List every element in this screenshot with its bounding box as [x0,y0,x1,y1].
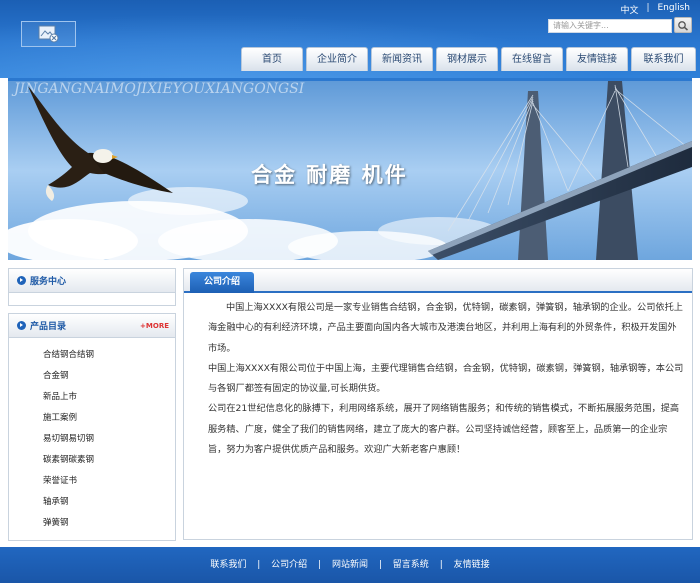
company-intro-body: 中国上海XXXX有限公司是一家专业销售合结钢，合金钢，优特钢，碳素钢，弹簧钢，轴… [184,293,692,460]
arrow-bullet-icon [17,276,26,285]
footer-link-contact[interactable]: 联系我们 [210,560,246,570]
footer-separator: | [257,560,261,570]
company-intro-header: 公司介绍 [184,269,692,293]
service-center-header[interactable]: 服务中心 [9,269,175,293]
product-catalog-title: 产品目录 [30,322,67,332]
footer-link-about[interactable]: 公司介绍 [271,560,307,570]
product-item-new[interactable]: 新品上市 [43,390,175,411]
main-nav: 首页 企业简介 新闻资讯 钢材展示 在线留言 友情链接 联系我们 [241,47,696,71]
banner-slogan: 合金 耐磨 机件 [251,163,408,187]
search-button[interactable] [674,17,692,33]
service-center-panel: 服务中心 [8,268,176,306]
footer-separator: | [439,560,443,570]
product-item-zhouchenggang[interactable]: 轴承钢 [43,495,175,516]
product-item-hejingang[interactable]: 合金钢 [43,369,175,390]
intro-paragraph-2: 中国上海XXXX有限公司位于中国上海，主要代理销售合结钢，合金钢，优特钢，碳素钢… [208,362,684,395]
more-link[interactable]: +MORE [140,322,169,330]
intro-paragraph-1: 中国上海XXXX有限公司是一家专业销售合结钢，合金钢，优特钢，碳素钢，弹簧钢，轴… [208,302,683,354]
nav-home[interactable]: 首页 [241,47,303,71]
nav-products[interactable]: 钢材展示 [436,47,498,71]
arrow-bullet-icon [17,321,26,330]
banner-pinyin-text: JINGANGNAIMOJIXIEYOUXIANGONGSI [14,81,305,97]
product-item-cases[interactable]: 施工案例 [43,411,175,432]
nav-news[interactable]: 新闻资讯 [371,47,433,71]
product-catalog-panel: 产品目录 +MORE 合结钢合结钢 合金钢 新品上市 施工案例 易切钢易切钢 碳… [8,313,176,541]
lang-cn-link[interactable]: 中文 [620,3,638,16]
language-switcher: 中文 | English [620,3,690,16]
footer-separator: | [378,560,382,570]
banner-image: JINGANGNAIMOJIXIEYOUXIANGONGSI 合金 耐磨 机件 [8,81,692,260]
nav-contact[interactable]: 联系我们 [631,47,696,71]
product-item-tansugang[interactable]: 碳素钢碳素钢 [43,453,175,474]
broken-image-icon [38,25,58,43]
intro-paragraph-3: 公司在21世纪信息化的脉搏下，利用网络系统，展开了网络销售服务；和传统的销售模式… [208,403,680,456]
footer: 联系我们 | 公司介绍 | 网站新闻 | 留言系统 | 友情链接 [0,547,700,583]
logo[interactable] [21,21,76,47]
header: 中文 | English 请输入关键字... 首页 企业简介 新闻资讯 钢材展示… [0,0,700,78]
product-catalog-header: 产品目录 +MORE [9,314,175,338]
product-item-tanhuanggang[interactable]: 弹簧钢 [43,516,175,537]
service-center-title: 服务中心 [30,277,67,287]
nav-about[interactable]: 企业简介 [306,47,368,71]
product-item-yiqiegang[interactable]: 易切钢易切钢 [43,432,175,453]
tab-company-intro[interactable]: 公司介绍 [190,272,254,293]
footer-link-news[interactable]: 网站新闻 [332,560,368,570]
search-input[interactable]: 请输入关键字... [548,19,672,33]
banner: JINGANGNAIMOJIXIEYOUXIANGONGSI 合金 耐磨 机件 [8,78,692,260]
nav-message[interactable]: 在线留言 [501,47,563,71]
product-list: 合结钢合结钢 合金钢 新品上市 施工案例 易切钢易切钢 碳素钢碳素钢 荣誉证书 … [9,338,175,537]
footer-link-friends[interactable]: 友情链接 [454,560,490,570]
magnifier-icon [678,20,688,31]
footer-link-messages[interactable]: 留言系统 [393,560,429,570]
footer-links: 联系我们 | 公司介绍 | 网站新闻 | 留言系统 | 友情链接 [0,557,700,570]
product-item-certificates[interactable]: 荣誉证书 [43,474,175,495]
lang-en-link[interactable]: English [658,3,691,16]
nav-links[interactable]: 友情链接 [566,47,628,71]
lang-separator: | [646,3,650,13]
product-item-hejiegang[interactable]: 合结钢合结钢 [43,348,175,369]
company-intro-panel: 公司介绍 中国上海XXXX有限公司是一家专业销售合结钢，合金钢，优特钢，碳素钢，… [183,268,693,540]
footer-separator: | [318,560,322,570]
